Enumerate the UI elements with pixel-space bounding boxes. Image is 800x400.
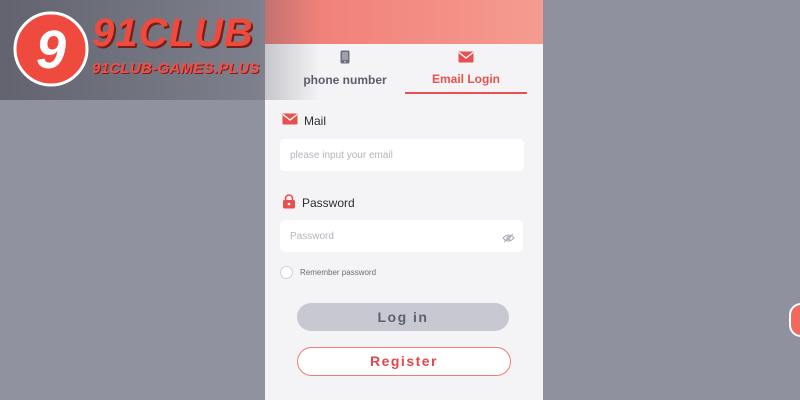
mail-icon [405, 50, 527, 68]
eye-off-icon[interactable] [502, 230, 515, 248]
password-field-label: Password [282, 194, 355, 212]
remember-password-radio[interactable] [280, 266, 293, 279]
login-button[interactable]: Log in [297, 303, 509, 331]
background-right [543, 0, 800, 400]
register-button[interactable]: Register [297, 347, 511, 376]
password-input[interactable] [280, 220, 500, 252]
lock-icon [282, 194, 296, 212]
tab-email-login[interactable]: Email Login [405, 44, 527, 94]
remember-password-label: Remember password [300, 268, 377, 277]
mail-icon [282, 113, 298, 128]
brand-logo: 9 91CLUB 91CLUB-GAMES.PLUS [0, 0, 320, 100]
brand-subtitle: 91CLUB-GAMES.PLUS [92, 60, 260, 77]
logo-mark-icon: 9 [12, 8, 90, 95]
email-input[interactable] [280, 139, 500, 171]
password-label-text: Password [302, 196, 355, 210]
brand-title: 91CLUB [92, 11, 254, 55]
mail-label-text: Mail [304, 113, 327, 128]
tab-email-label: Email Login [431, 72, 500, 86]
remember-password-option[interactable]: Remember password [280, 266, 376, 279]
logo-mark-text: 9 [36, 20, 66, 80]
chat-support-icon[interactable] [789, 303, 800, 337]
mail-field-label: Mail [282, 113, 326, 128]
password-field-container [280, 220, 523, 252]
email-field-container [280, 139, 524, 171]
